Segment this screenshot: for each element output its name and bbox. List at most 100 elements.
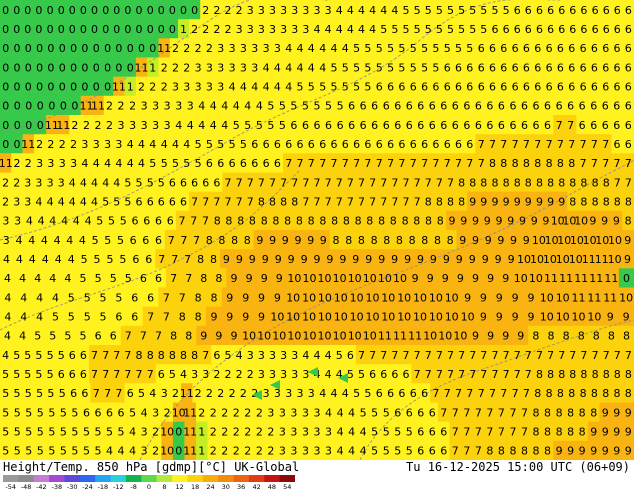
temperature-value-label: 7 xyxy=(440,406,447,419)
temperature-value-label: 3 xyxy=(325,426,332,439)
temperature-value-label: 9 xyxy=(579,445,586,458)
temperature-value-label: 9 xyxy=(242,311,249,324)
temperature-value-label: 4 xyxy=(183,138,190,151)
temperature-value-label: 11 xyxy=(56,119,70,132)
temperature-value-label: 6 xyxy=(383,100,390,113)
temperature-value-label: 6 xyxy=(274,138,281,151)
temperature-value-label: 6 xyxy=(536,23,543,36)
temperature-value-label: 4 xyxy=(69,196,76,209)
temperature-value-label: 8 xyxy=(436,196,443,209)
temperature-value-label: 2 xyxy=(225,4,232,17)
colorbar-swatch xyxy=(141,475,158,482)
temperature-value-label: 9 xyxy=(482,253,489,266)
temperature-value-label: 5 xyxy=(92,234,99,247)
temperature-value-label: 5 xyxy=(60,406,67,419)
temperature-value-label: 6 xyxy=(440,119,447,132)
temperature-value-label: 4 xyxy=(325,368,332,381)
temperature-value-label: 0 xyxy=(70,42,77,55)
colorbar-swatch xyxy=(79,475,96,482)
temperature-value-label: 5 xyxy=(314,100,321,113)
temperature-value-label: 10 xyxy=(350,291,364,304)
temperature-value-label: 5 xyxy=(113,196,120,209)
temperature-value-label: 7 xyxy=(155,330,162,343)
temperature-value-label: 6 xyxy=(444,61,451,74)
temperature-value-label: 7 xyxy=(463,445,470,458)
temperature-value-label: 6 xyxy=(625,119,632,132)
temperature-value-label: 8 xyxy=(231,234,238,247)
temperature-value-label: 5 xyxy=(425,4,432,17)
temperature-value-label: 0 xyxy=(58,4,65,17)
temperature-value-label: 11 xyxy=(135,61,149,74)
temperature-value-label: 5 xyxy=(110,272,117,285)
temperature-value-label: 2 xyxy=(206,387,213,400)
temperature-value-label: 7 xyxy=(478,157,485,170)
temperature-value-label: 8 xyxy=(206,234,213,247)
temperature-value-label: 2 xyxy=(213,368,220,381)
temperature-value-label: 0 xyxy=(93,42,100,55)
temperature-value-label: 9 xyxy=(236,253,243,266)
temperature-value-label: 3 xyxy=(24,196,31,209)
temperature-value-label: 8 xyxy=(532,330,539,343)
temperature-value-label: 7 xyxy=(503,368,510,381)
temperature-value-label: 2 xyxy=(221,406,228,419)
temperature-value-label: 8 xyxy=(536,368,543,381)
temperature-value-label: 2 xyxy=(183,42,190,55)
temperature-value-label: 7 xyxy=(500,138,507,151)
temperature-value-label: 0 xyxy=(104,61,111,74)
temperature-value-label: 11 xyxy=(183,426,197,439)
temperature-value-label: 10 xyxy=(556,311,570,324)
temperature-value-label: 3 xyxy=(229,42,236,55)
temperature-value-label: 6 xyxy=(394,119,401,132)
temperature-value-label: 7 xyxy=(463,406,470,419)
temperature-value-label: 0 xyxy=(2,138,9,151)
temperature-value-label: 3 xyxy=(285,387,292,400)
temperature-value-label: 11 xyxy=(603,291,617,304)
temperature-value-label: 6 xyxy=(625,100,632,113)
temperature-map[interactable]: 0000000000000000002222333333334444445555… xyxy=(0,0,634,460)
temperature-value-label: 6 xyxy=(432,81,439,94)
temperature-value-label: 3 xyxy=(195,81,202,94)
temperature-value-label: 4 xyxy=(3,253,10,266)
temperature-value-label: 3 xyxy=(152,406,159,419)
temperature-value-label: 10 xyxy=(302,291,316,304)
temperature-value-label: 4 xyxy=(319,387,326,400)
temperature-value-label: 4 xyxy=(69,176,76,189)
temperature-value-label: 4 xyxy=(337,406,344,419)
temperature-value-label: 5 xyxy=(376,42,383,55)
temperature-value-label: 10 xyxy=(608,234,622,247)
temperature-value-label: 11 xyxy=(604,272,618,285)
temperature-value-label: 4 xyxy=(138,138,145,151)
temperature-value-label: 6 xyxy=(534,42,541,55)
temperature-value-label: 6 xyxy=(466,138,473,151)
temperature-value-label: 8 xyxy=(333,234,340,247)
temperature-value-label: 8 xyxy=(147,349,154,362)
temperature-value-label: 8 xyxy=(197,253,204,266)
temperature-value-label: 5 xyxy=(102,196,109,209)
temperature-value-label: 0 xyxy=(35,23,42,36)
temperature-value-label: 6 xyxy=(500,61,507,74)
temperature-value-label: 4 xyxy=(319,61,326,74)
temperature-value-label: 10 xyxy=(608,253,622,266)
temperature-value-label: 5 xyxy=(84,311,91,324)
temperature-value-label: 7 xyxy=(510,426,517,439)
temperature-value-label: 9 xyxy=(613,406,620,419)
colorbar-swatch xyxy=(3,475,19,482)
temperature-value-label: 5 xyxy=(421,42,428,55)
temperature-value-label: 6 xyxy=(376,81,383,94)
temperature-value-label: 5 xyxy=(371,426,378,439)
temperature-value-label: 5 xyxy=(469,4,476,17)
temperature-value-label: 10 xyxy=(587,311,601,324)
temperature-value-label: 8 xyxy=(447,234,454,247)
temperature-value-label: 2 xyxy=(244,426,251,439)
page-root: 0000000000000000002222333333334444445555… xyxy=(0,0,634,490)
temperature-value-label: 7 xyxy=(447,349,454,362)
temperature-value-label: 9 xyxy=(231,330,238,343)
temperature-value-label: 2 xyxy=(106,100,113,113)
temperature-value-label: 7 xyxy=(369,349,376,362)
temperature-value-label: 7 xyxy=(202,196,209,209)
temperature-value-label: 9 xyxy=(200,330,207,343)
temperature-value-label: 9 xyxy=(624,234,631,247)
colorbar-tick-label: -18 xyxy=(98,483,109,490)
temperature-value-label: 4 xyxy=(149,387,156,400)
temperature-value-label: 7 xyxy=(514,368,521,381)
